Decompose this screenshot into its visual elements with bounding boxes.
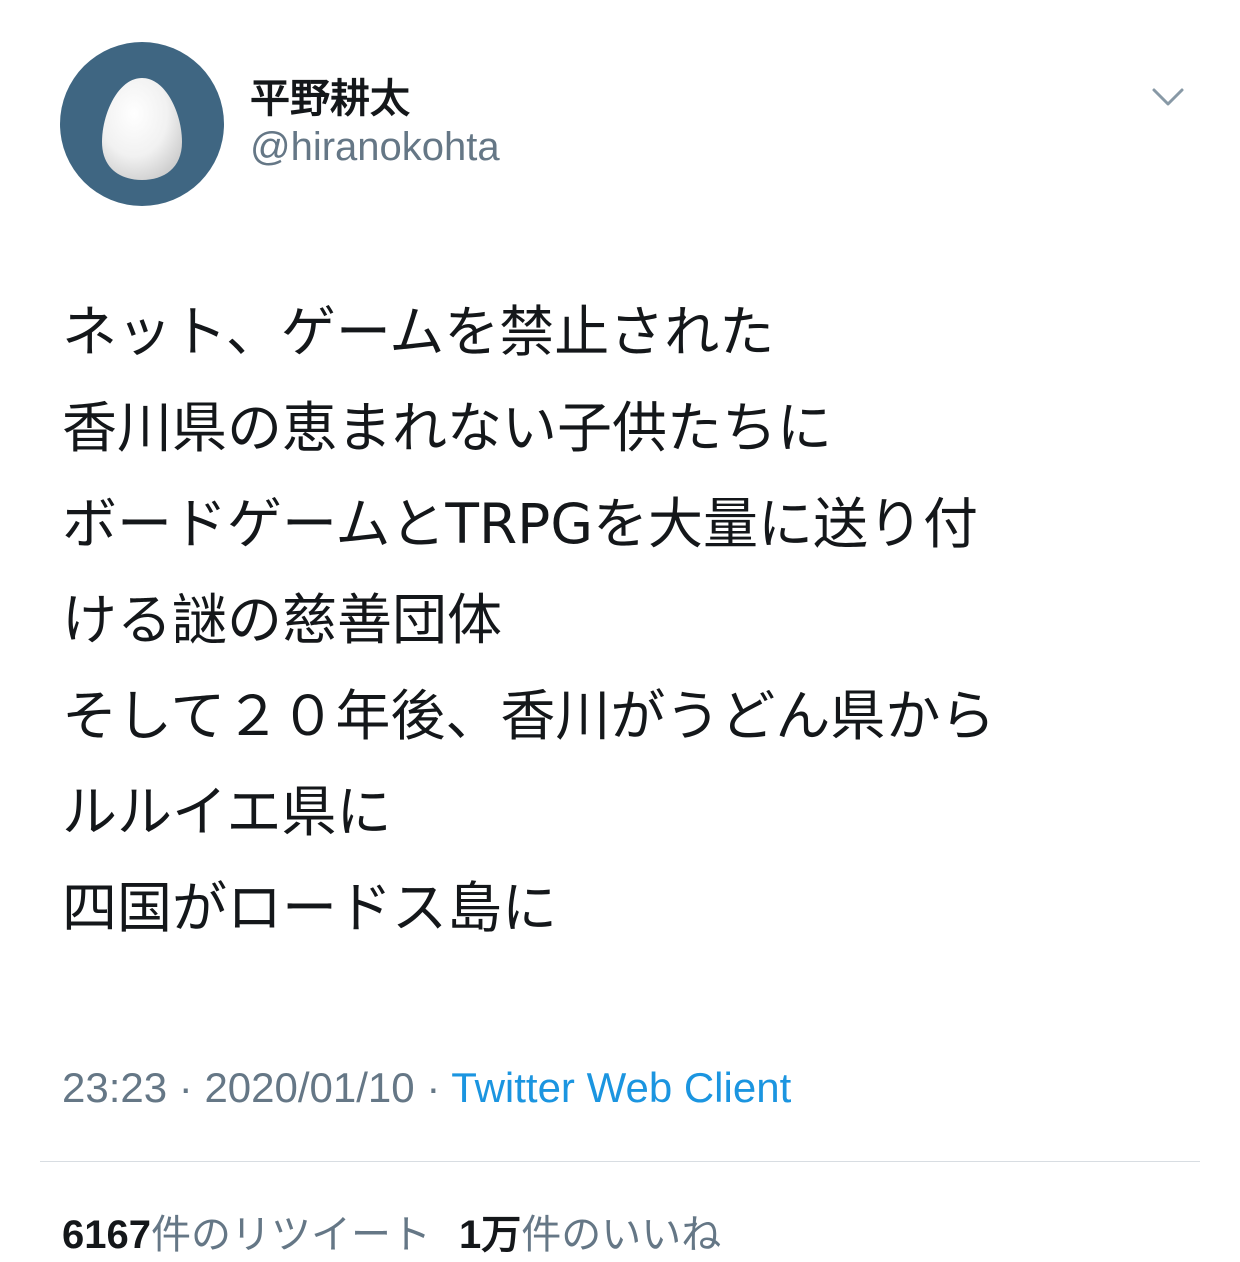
chevron-down-icon[interactable] xyxy=(1148,80,1188,116)
avatar[interactable] xyxy=(60,42,224,206)
tweet-text-line: ルルイエ県に xyxy=(62,780,392,844)
egg-icon xyxy=(102,78,182,180)
tweet-text-line: ボードゲームとTRPGを大量に送り付 xyxy=(62,492,978,556)
display-name[interactable]: 平野耕太 xyxy=(250,66,410,124)
tweet-text-line: そして２０年後、香川がうどん県から xyxy=(62,684,996,748)
tweet-meta: 23:23 · 2020/01/10 · Twitter Web Client xyxy=(62,1064,791,1112)
tweet-stats: 6167件のリツイート 1万件のいいね xyxy=(62,1202,721,1260)
tweet-time[interactable]: 23:23 xyxy=(62,1064,167,1111)
tweet-text-line: ける謎の慈善団体 xyxy=(62,588,503,652)
meta-separator: · xyxy=(167,1064,205,1111)
tweet-text-line: 四国がロードス島に xyxy=(62,876,558,940)
divider xyxy=(40,1161,1200,1162)
meta-separator: · xyxy=(414,1064,452,1111)
tweet-text: ネット、ゲームを禁止された 香川県の恵まれない子供たちに ボードゲームとTRPG… xyxy=(62,284,1212,956)
retweets-stat[interactable]: 6167件のリツイート xyxy=(62,1212,431,1258)
likes-count: 1万 xyxy=(458,1213,522,1257)
tweet-date[interactable]: 2020/01/10 xyxy=(204,1064,414,1111)
retweets-count: 6167 xyxy=(62,1213,151,1257)
user-handle[interactable]: @hiranokohta xyxy=(250,125,500,170)
likes-label: 件のいいね xyxy=(521,1212,722,1258)
source-link[interactable]: Twitter Web Client xyxy=(451,1064,791,1111)
likes-stat[interactable]: 1万件のいいね xyxy=(459,1212,721,1258)
tweet-text-line: 香川県の恵まれない子供たちに xyxy=(62,396,833,460)
retweets-label: 件のリツイート xyxy=(150,1212,431,1258)
tweet-text-line: ネット、ゲームを禁止された xyxy=(62,300,775,364)
tweet-card: 平野耕太 @hiranokohta ネット、ゲームを禁止された 香川県の恵まれな… xyxy=(0,0,1240,1262)
